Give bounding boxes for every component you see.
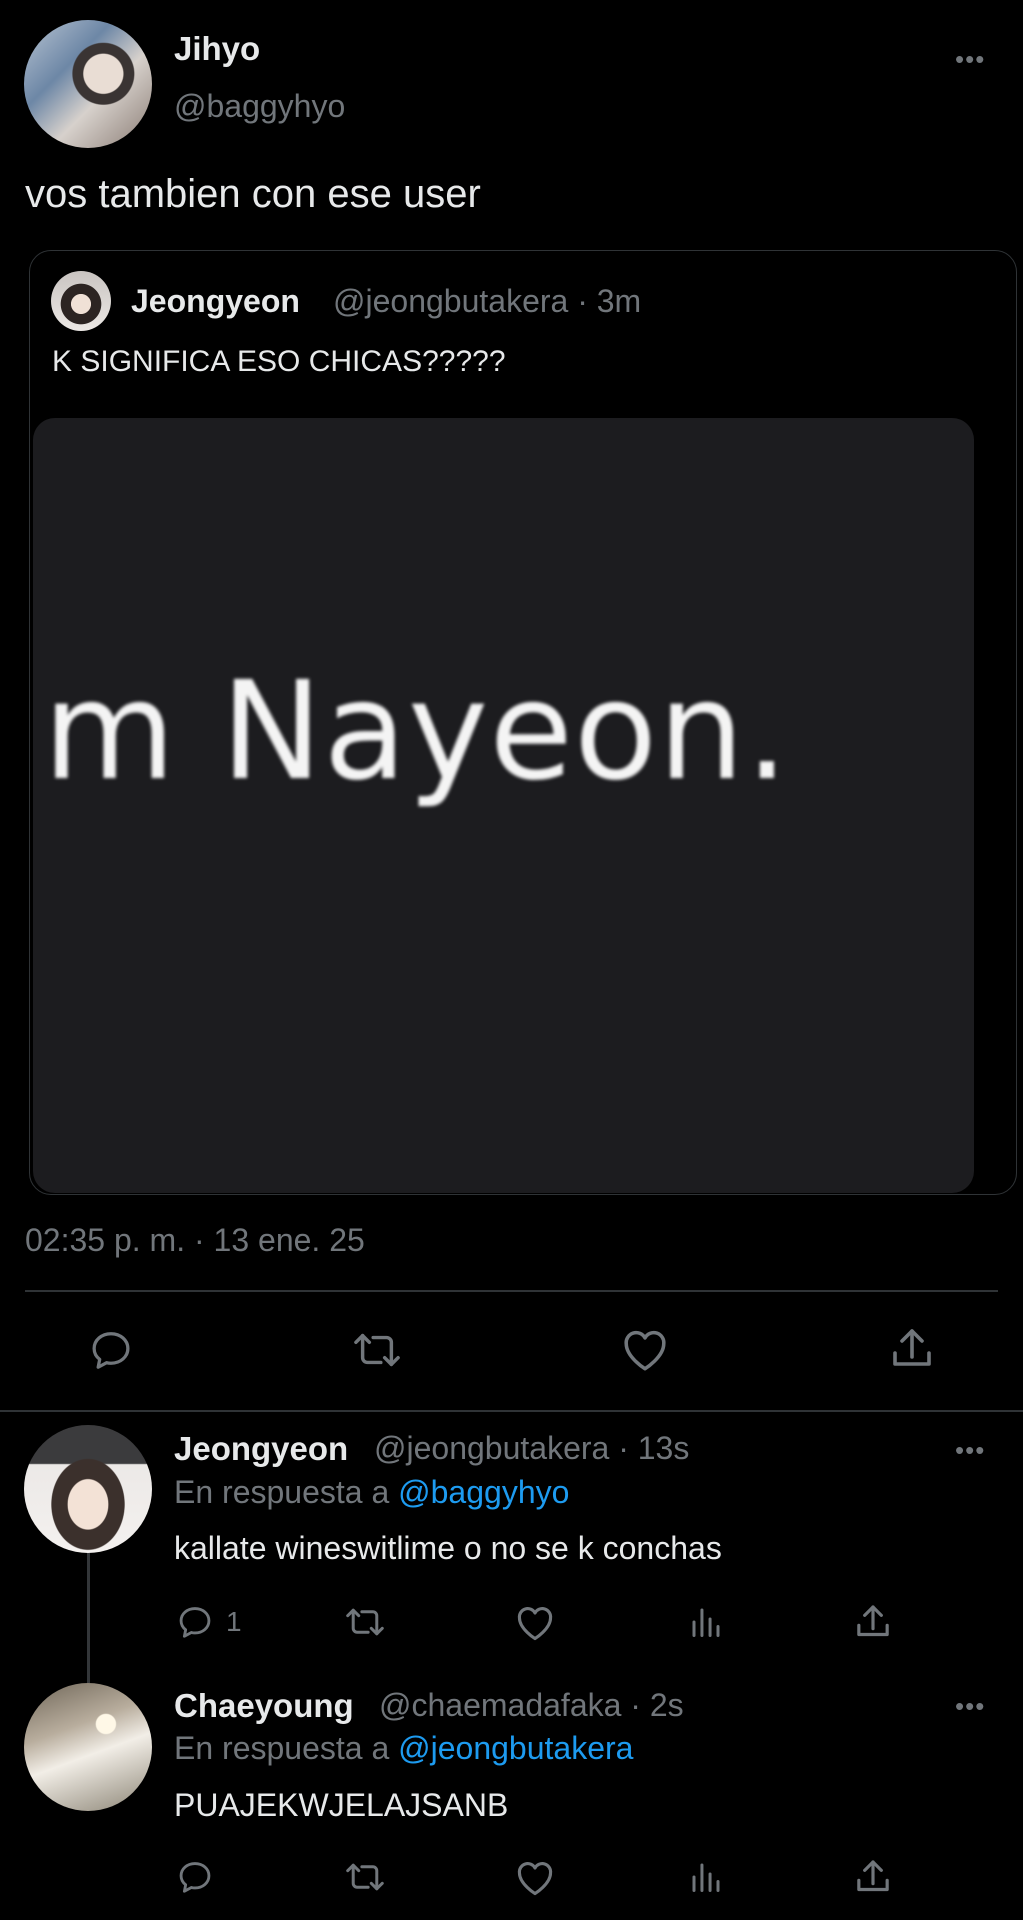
more-options-icon[interactable]: •••	[955, 46, 985, 72]
reply-avatar-jeongyeon[interactable]	[24, 1425, 152, 1553]
quoted-author-name: Jeongyeon	[131, 283, 300, 319]
avatar-jihyo[interactable]	[24, 20, 152, 148]
heart-icon[interactable]	[514, 1604, 556, 1642]
reply-to-link[interactable]: @jeongbutakera	[398, 1730, 633, 1766]
reply-count: 1	[226, 1606, 242, 1637]
author-name[interactable]: Jihyo	[174, 30, 260, 68]
reply-avatar-chaeyoung[interactable]	[24, 1683, 152, 1811]
retweet-icon[interactable]	[343, 1603, 387, 1641]
more-options-icon[interactable]: •••	[955, 1693, 985, 1719]
heart-icon[interactable]	[620, 1327, 670, 1373]
author-handle[interactable]: @baggyhyo	[174, 88, 345, 125]
views-icon[interactable]	[688, 1603, 724, 1641]
tweet-timestamp[interactable]: 02:35 p. m. · 13 ene. 25	[25, 1222, 365, 1259]
quoted-media-image[interactable]: m Nayeon.	[33, 418, 974, 1193]
reply-text: PUAJEKWJELAJSANB	[174, 1787, 509, 1823]
thread-line	[87, 1553, 90, 1683]
quoted-text: K SIGNIFICA ESO CHICAS?????	[52, 345, 506, 378]
reply-author-handle[interactable]: @chaemadafaka	[379, 1687, 621, 1723]
quoted-author-handle: @jeongbutakera	[333, 283, 569, 319]
views-icon[interactable]	[688, 1858, 724, 1896]
quoted-avatar	[51, 271, 111, 331]
tweet-text: vos tambien con ese user	[25, 172, 481, 216]
heart-icon[interactable]	[514, 1859, 556, 1897]
quoted-time: · 3m	[577, 283, 642, 319]
share-icon[interactable]	[853, 1857, 893, 1897]
reply-time: · 2s	[630, 1687, 684, 1723]
more-options-icon[interactable]: •••	[955, 1437, 985, 1463]
retweet-icon[interactable]	[343, 1858, 387, 1896]
reply-prefix: En respuesta a	[174, 1730, 390, 1766]
reply-author-name[interactable]: Jeongyeon	[174, 1430, 348, 1468]
reply-to-link[interactable]: @baggyhyo	[398, 1474, 569, 1510]
reply-text: kallate wineswitlime o no se k conchas	[174, 1530, 722, 1566]
share-icon[interactable]	[853, 1602, 893, 1642]
reply-prefix: En respuesta a	[174, 1474, 390, 1510]
retweet-icon[interactable]	[350, 1327, 404, 1373]
reply-author-name[interactable]: Chaeyoung	[174, 1687, 354, 1725]
divider-top	[25, 1290, 998, 1292]
reply-icon[interactable]	[176, 1858, 214, 1896]
media-caption-text: m Nayeon.	[43, 653, 790, 811]
share-icon[interactable]	[888, 1325, 936, 1373]
reply-icon[interactable]	[176, 1603, 214, 1641]
reply-icon[interactable]	[88, 1327, 134, 1373]
reply-time: · 13s	[618, 1430, 690, 1466]
reply-author-handle[interactable]: @jeongbutakera	[374, 1430, 609, 1466]
divider-bottom	[0, 1410, 1023, 1412]
